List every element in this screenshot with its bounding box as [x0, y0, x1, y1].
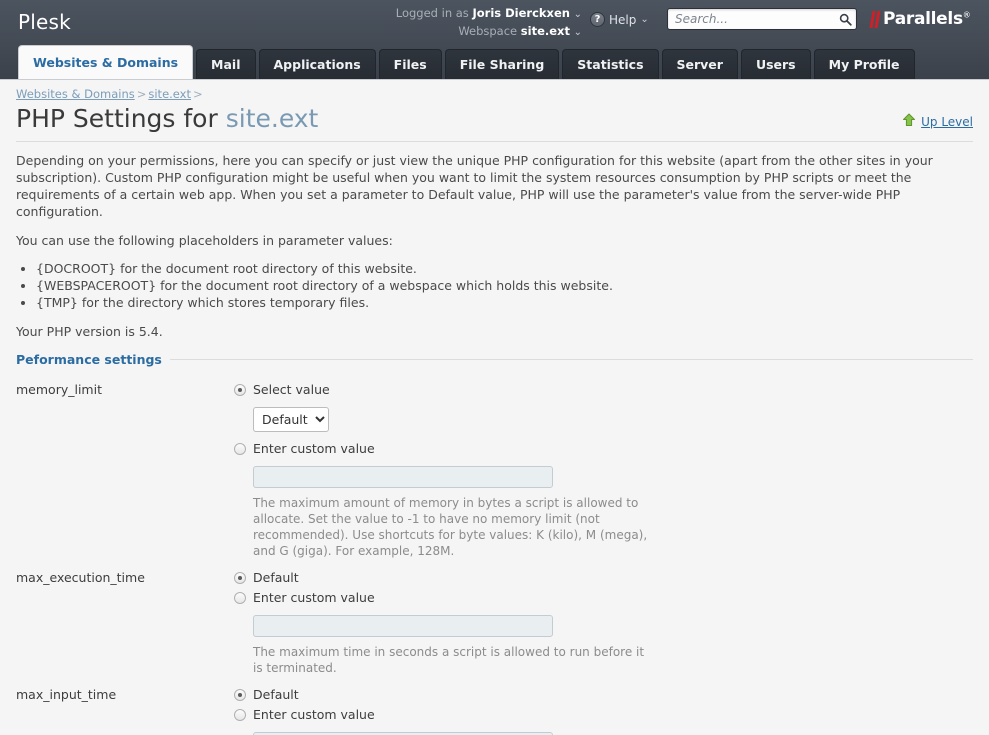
main-content: Websites & Domains > site.ext > PHP Setting…	[0, 80, 989, 735]
parallels-logo: Parallels®	[869, 9, 971, 29]
user-info-block: Logged in as Joris Dierckxen ⌄ Webspace …	[392, 5, 582, 41]
setting-controls-max-execution-time: Default Enter custom value The maximum t…	[234, 569, 973, 684]
custom-input-wrapper-max-execution-time: The maximum time in seconds a script is …	[234, 609, 973, 684]
breadcrumb-separator: >	[136, 87, 147, 101]
help-label: Help	[609, 12, 637, 27]
radio-custom-value-memory-limit[interactable]	[234, 443, 246, 455]
select-memory-limit[interactable]: Default	[253, 407, 329, 432]
tab-users[interactable]: Users	[740, 49, 811, 79]
radio-option-custom-value[interactable]: Enter custom value	[234, 589, 973, 607]
intro-paragraph-1: Depending on your permissions, here you …	[16, 153, 933, 219]
logged-in-as-row: Logged in as Joris Dierckxen ⌄	[392, 5, 582, 23]
section-divider	[169, 359, 973, 360]
setting-controls-max-input-time: Default Enter custom value	[234, 686, 973, 735]
breadcrumb-item-websites-and-domains[interactable]: Websites & Domains	[16, 87, 135, 101]
tab-mail[interactable]: Mail	[196, 49, 256, 79]
plesk-logo: Plesk	[18, 10, 71, 34]
setting-row-memory-limit: memory_limit Select value Default Enter …	[16, 381, 973, 567]
parallels-wordmark: Parallels®	[883, 9, 971, 29]
chevron-down-icon[interactable]: ⌄	[574, 27, 582, 38]
tab-applications[interactable]: Applications	[258, 49, 376, 79]
tab-files[interactable]: Files	[378, 49, 442, 79]
page-title-row: PHP Settings for site.ext Up Level	[16, 103, 973, 142]
setting-label-max-execution-time: max_execution_time	[16, 570, 145, 585]
radio-label-select-value[interactable]: Select value	[253, 381, 330, 399]
chevron-down-icon: ⌄	[640, 14, 649, 25]
custom-value-input-memory-limit[interactable]	[253, 466, 553, 488]
list-item: {TMP} for the directory which stores tem…	[36, 295, 973, 311]
custom-value-input-max-execution-time[interactable]	[253, 615, 553, 637]
custom-input-wrapper-memory-limit: The maximum amount of memory in bytes a …	[234, 460, 973, 567]
radio-option-default[interactable]: Default	[234, 569, 973, 587]
radio-select-value-memory-limit[interactable]	[234, 384, 246, 396]
webspace-value[interactable]: site.ext	[521, 24, 570, 38]
tab-my-profile[interactable]: My Profile	[813, 49, 915, 79]
radio-custom-value-max-input-time[interactable]	[234, 709, 246, 721]
parallels-bars-icon	[869, 10, 881, 28]
search-icon[interactable]	[834, 13, 856, 26]
radio-default-max-input-time[interactable]	[234, 689, 246, 701]
webspace-label: Webspace	[458, 24, 518, 38]
php-version-text: Your PHP version is 5.4.	[16, 324, 163, 339]
radio-label-default[interactable]: Default	[253, 686, 299, 704]
page-title-prefix: PHP Settings for	[16, 104, 226, 133]
logged-in-user-name[interactable]: Joris Dierckxen	[472, 6, 569, 20]
radio-option-custom-value[interactable]: Enter custom value	[234, 440, 973, 458]
tab-statistics[interactable]: Statistics	[562, 49, 659, 79]
webspace-row: Webspace site.ext ⌄	[392, 23, 582, 41]
section-title: Peformance settings	[16, 352, 162, 367]
chevron-down-icon[interactable]: ⌄	[574, 9, 582, 20]
setting-label-max-input-time: max_input_time	[16, 687, 117, 702]
up-level-button[interactable]: Up Level	[902, 103, 973, 130]
radio-label-default[interactable]: Default	[253, 569, 299, 587]
radio-label-custom-value[interactable]: Enter custom value	[253, 440, 375, 458]
placeholder-list: {DOCROOT} for the document root director…	[16, 261, 973, 311]
setting-hint-memory-limit: The maximum amount of memory in bytes a …	[253, 496, 648, 558]
performance-settings-section-header: Peformance settings	[16, 352, 973, 367]
search-box[interactable]	[667, 8, 857, 30]
setting-row-max-input-time: max_input_time Default Enter custom valu…	[16, 686, 973, 735]
breadcrumb-item-site[interactable]: site.ext	[148, 87, 191, 101]
search-input[interactable]	[668, 12, 834, 26]
radio-label-custom-value[interactable]: Enter custom value	[253, 589, 375, 607]
intro-paragraph-2: You can use the following placeholders i…	[16, 233, 393, 248]
page-title: PHP Settings for site.ext	[16, 103, 318, 135]
tab-file-sharing[interactable]: File Sharing	[444, 49, 560, 79]
radio-option-custom-value[interactable]: Enter custom value	[234, 706, 973, 724]
page-title-target: site.ext	[225, 104, 319, 133]
radio-default-max-execution-time[interactable]	[234, 572, 246, 584]
custom-input-wrapper-max-input-time	[234, 726, 973, 735]
top-header-bar: Plesk Logged in as Joris Dierckxen ⌄ Web…	[0, 0, 989, 45]
breadcrumb: Websites & Domains > site.ext >	[16, 80, 973, 103]
list-item: {WEBSPACEROOT} for the document root dir…	[36, 278, 973, 294]
intro-section: Depending on your permissions, here you …	[16, 142, 973, 340]
setting-controls-memory-limit: Select value Default Enter custom value …	[234, 381, 973, 567]
breadcrumb-separator: >	[193, 87, 203, 101]
logged-in-as-label: Logged in as	[395, 6, 469, 20]
tab-server[interactable]: Server	[661, 49, 738, 79]
help-menu-button[interactable]: ? Help ⌄	[590, 12, 649, 27]
main-navigation-tabs: Websites & Domains Mail Applications Fil…	[0, 45, 989, 80]
question-mark-icon: ?	[590, 12, 605, 27]
list-item: {DOCROOT} for the document root director…	[36, 261, 973, 277]
radio-option-default[interactable]: Default	[234, 686, 973, 704]
setting-row-max-execution-time: max_execution_time Default Enter custom …	[16, 569, 973, 684]
select-wrapper-memory-limit: Default	[234, 401, 973, 440]
setting-hint-max-execution-time: The maximum time in seconds a script is …	[253, 645, 645, 675]
radio-custom-value-max-execution-time[interactable]	[234, 592, 246, 604]
setting-label-memory-limit: memory_limit	[16, 382, 102, 397]
radio-label-custom-value[interactable]: Enter custom value	[253, 706, 375, 724]
up-arrow-icon	[902, 113, 916, 130]
up-level-link[interactable]: Up Level	[921, 115, 973, 129]
tab-websites-and-domains[interactable]: Websites & Domains	[18, 45, 194, 79]
radio-option-select-value[interactable]: Select value	[234, 381, 973, 399]
